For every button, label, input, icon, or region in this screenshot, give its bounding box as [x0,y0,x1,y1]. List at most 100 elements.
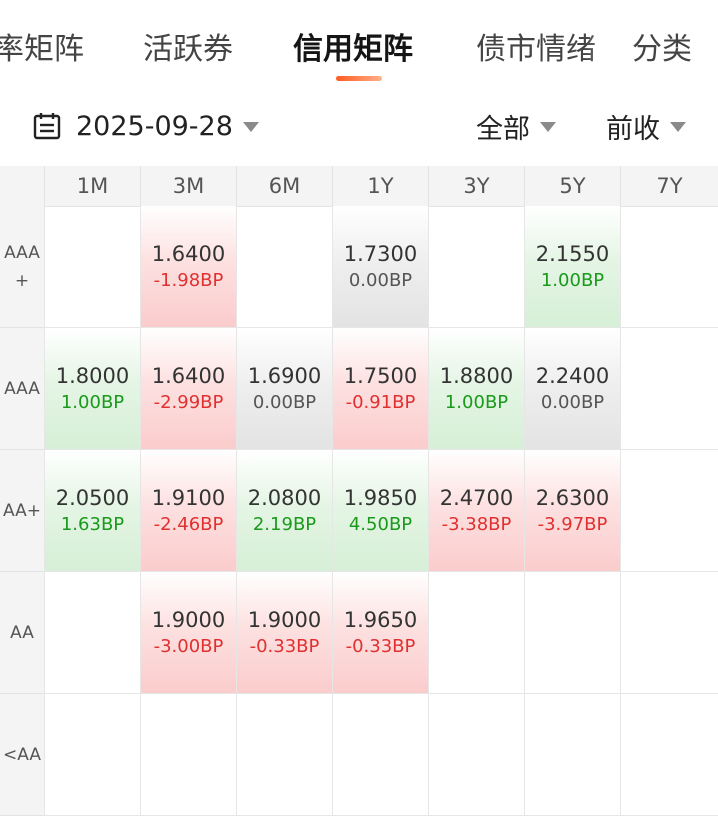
yield-value: 1.7500 [343,363,418,388]
category-dropdown-label: 全部 [476,113,530,145]
row-label: AAA + [0,206,44,328]
yield-value: 1.6400 [151,363,226,388]
yield-value: 1.8800 [439,363,514,388]
credit-matrix-page: 率矩阵 活跃券 信用矩阵 债市情绪 分类 2025-09-28 全部 前收 1M… [0,0,718,818]
yield-value: 2.0800 [247,485,322,510]
row-label: AAA [0,328,44,450]
matrix-cell-empty [620,206,718,328]
matrix-cell-empty [428,206,524,328]
matrix-cell[interactable]: 2.2400 0.00BP [524,328,620,450]
bp-change: 2.19BP [252,513,317,535]
matrix-cell-empty [44,694,140,816]
yield-value: 1.6400 [151,241,226,266]
caret-down-icon [670,122,686,132]
tab-category[interactable]: 分类 [632,30,692,70]
bp-change: -0.33BP [345,635,416,657]
selected-date: 2025-09-28 [76,110,233,142]
matrix-cell[interactable]: 1.8000 1.00BP [44,328,140,450]
bp-change: -0.33BP [249,635,320,657]
matrix-cell[interactable]: 2.0800 2.19BP [236,450,332,572]
yield-value: 2.4700 [439,485,514,510]
matrix-cell[interactable]: 1.8800 1.00BP [428,328,524,450]
bp-change: -3.97BP [537,513,608,535]
row-label: <AA [0,694,44,816]
matrix-cell[interactable]: 2.6300 -3.97BP [524,450,620,572]
bp-change: 0.00BP [540,391,605,413]
column-header: 1M [44,166,140,206]
matrix-cell[interactable]: 1.9000 -0.33BP [236,572,332,694]
matrix-cell[interactable]: 1.9850 4.50BP [332,450,428,572]
bp-change: -3.38BP [441,513,512,535]
matrix-cell-empty [236,206,332,328]
matrix-cell[interactable]: 1.6400 -2.99BP [140,328,236,450]
column-header: 3M [140,166,236,206]
yield-value: 1.9000 [247,607,322,632]
yield-value: 1.6900 [247,363,322,388]
active-tab-indicator [336,76,382,81]
yield-value: 1.9000 [151,607,226,632]
filter-bar: 2025-09-28 全部 前收 [0,92,718,166]
column-header: 7Y [620,166,718,206]
matrix-cell[interactable]: 1.7500 -0.91BP [332,328,428,450]
bp-change: -2.46BP [153,513,224,535]
bp-change: 1.63BP [60,513,125,535]
bp-change: 1.00BP [540,269,605,291]
yield-value: 2.2400 [535,363,610,388]
yield-value: 1.9650 [343,607,418,632]
matrix-cell-empty [332,694,428,816]
yield-value: 1.7300 [343,241,418,266]
yield-value: 1.9850 [343,485,418,510]
bp-change: -3.00BP [153,635,224,657]
matrix-cell-empty [620,328,718,450]
credit-matrix-table: 1M 3M 6M 1Y 3Y 5Y 7Y AAA + 1.6400 -1.98BP 1.7300 0… [0,166,718,818]
yield-value: 1.8000 [55,363,130,388]
price-basis-dropdown[interactable]: 前收 [606,106,686,146]
tab-bond-sentiment[interactable]: 债市情绪 [476,30,596,70]
matrix-cell-empty [44,206,140,328]
tab-rate-matrix[interactable]: 率矩阵 [0,30,84,70]
tab-credit-matrix[interactable]: 信用矩阵 [293,30,413,70]
tab-active-bonds[interactable]: 活跃券 [143,30,233,70]
bp-change: 0.00BP [348,269,413,291]
matrix-cell-empty [620,572,718,694]
bp-change: 1.00BP [444,391,509,413]
calendar-icon [33,113,61,140]
column-header: 6M [236,166,332,206]
matrix-cell-empty [44,572,140,694]
column-header: 3Y [428,166,524,206]
yield-value: 1.9100 [151,485,226,510]
matrix-cell[interactable]: 1.7300 0.00BP [332,206,428,328]
matrix-cell-empty [428,694,524,816]
matrix-cell-empty [620,450,718,572]
date-picker[interactable]: 2025-09-28 [32,106,259,146]
caret-down-icon [242,122,259,132]
matrix-cell[interactable]: 2.4700 -3.38BP [428,450,524,572]
bp-change: -1.98BP [153,269,224,291]
bp-change: -2.99BP [153,391,224,413]
bp-change: 0.00BP [252,391,317,413]
matrix-cell[interactable]: 1.9000 -3.00BP [140,572,236,694]
matrix-cell[interactable]: 1.9650 -0.33BP [332,572,428,694]
column-header: 1Y [332,166,428,206]
column-header: 5Y [524,166,620,206]
yield-value: 2.0500 [55,485,130,510]
row-label: AA+ [0,450,44,572]
matrix-cell-empty [524,572,620,694]
bp-change: 1.00BP [60,391,125,413]
category-dropdown[interactable]: 全部 [476,106,556,146]
matrix-cell[interactable]: 1.6400 -1.98BP [140,206,236,328]
matrix-cell[interactable]: 2.0500 1.63BP [44,450,140,572]
price-basis-dropdown-label: 前收 [606,113,660,145]
matrix-cell-empty [236,694,332,816]
row-label: AA [0,572,44,694]
yield-value: 2.1550 [535,241,610,266]
matrix-cell-empty [620,694,718,816]
top-tab-bar: 率矩阵 活跃券 信用矩阵 债市情绪 分类 [0,0,718,92]
matrix-cell[interactable]: 1.9100 -2.46BP [140,450,236,572]
matrix-cell[interactable]: 2.1550 1.00BP [524,206,620,328]
yield-value: 2.6300 [535,485,610,510]
matrix-cell[interactable]: 1.6900 0.00BP [236,328,332,450]
matrix-header-row: 1M 3M 6M 1Y 3Y 5Y 7Y [0,166,718,207]
matrix-cell-empty [524,694,620,816]
matrix-cell-empty [140,694,236,816]
